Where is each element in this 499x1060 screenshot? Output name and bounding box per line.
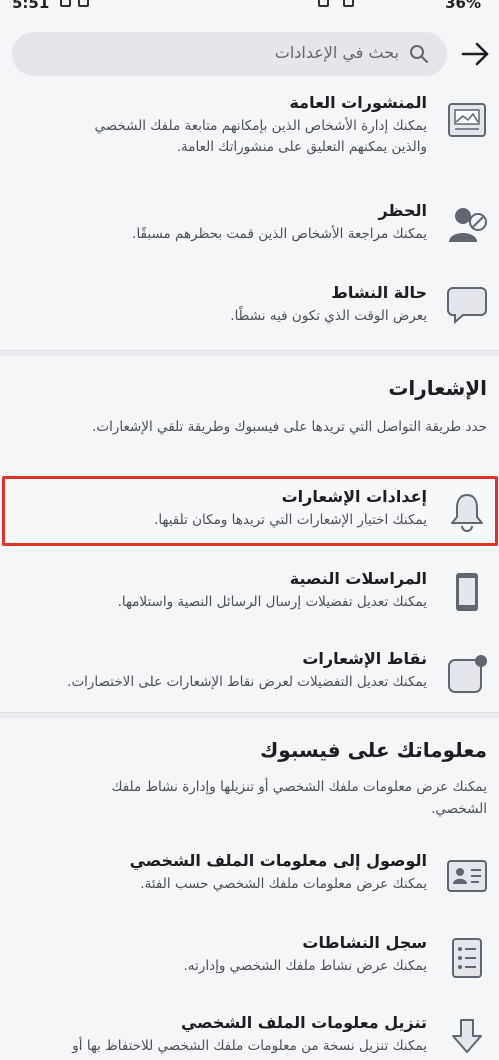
app-icon	[78, 0, 89, 7]
item-title: المراسلات النصية	[289, 569, 427, 588]
profile-card-icon	[447, 860, 487, 892]
bell-icon	[451, 494, 483, 532]
settings-item-notification-dots[interactable]: نقاط الإشعارات يمكنك تعديل التفضيلات لعر…	[0, 648, 499, 708]
settings-item-activity-status[interactable]: حالة النشاط يعرض الوقت الذي تكون فيه نشط…	[0, 282, 499, 342]
status-time: 5:51	[12, 0, 50, 12]
section-title-your-info: معلوماتك على فيسبوك	[259, 738, 487, 762]
alarm-icon	[318, 0, 329, 7]
item-desc: يمكنك تعديل تفضيلات إرسال الرسائل النصية…	[117, 594, 427, 610]
settings-item-activity-log[interactable]: سجل النشاطات يمكنك عرض نشاط ملفك الشخصي …	[0, 932, 499, 992]
item-desc: يمكنك عرض نشاط ملفك الشخصي وإدارته.	[183, 958, 427, 974]
item-title: المنشورات العامة	[289, 93, 427, 112]
item-desc: يمكنك مراجعة الأشخاص الذين قمت بحظرهم مس…	[132, 226, 427, 242]
item-title: تنزيل معلومات الملف الشخصي	[180, 1013, 427, 1032]
item-title: نقاط الإشعارات	[302, 649, 427, 668]
settings-item-text-messaging[interactable]: المراسلات النصية يمكنك تعديل تفضيلات إرس…	[0, 568, 499, 628]
item-desc: يمكنك عرض معلومات ملفك الشخصي حسب الفئة.	[140, 876, 427, 892]
search-input[interactable]: بحث في الإعدادات	[12, 32, 447, 76]
item-desc: يمكنك تعديل التفضيلات لعرض نقاط الإشعارا…	[67, 674, 427, 690]
settings-item-notification-settings[interactable]: إعدادات الإشعارات يمكنك اختيار الإشعارات…	[0, 486, 499, 542]
item-title: الحظر	[378, 201, 427, 220]
item-desc: يمكنك إدارة الأشخاص الذين بإمكانهم متابع…	[94, 118, 427, 134]
item-title: سجل النشاطات	[302, 933, 427, 952]
top-bar: بحث في الإعدادات	[0, 30, 499, 78]
activity-log-icon	[452, 938, 482, 978]
back-arrow-icon[interactable]	[459, 38, 491, 70]
section-desc-your-info-cont: الشخصي.	[431, 801, 487, 817]
item-title: حالة النشاط	[331, 283, 427, 302]
section-desc-your-info: يمكنك عرض معلومات ملفك الشخصي أو تنزيلها…	[111, 779, 487, 795]
settings-item-public-posts[interactable]: المنشورات العامة يمكنك إدارة الأشخاص الذ…	[0, 92, 499, 172]
item-title: الوصول إلى معلومات الملف الشخصي	[129, 851, 427, 870]
settings-item-download-profile-info[interactable]: تنزيل معلومات الملف الشخصي يمكنك تنزيل ن…	[0, 1012, 499, 1060]
search-placeholder: بحث في الإعدادات	[274, 43, 399, 62]
item-title: إعدادات الإشعارات	[281, 487, 427, 506]
mute-icon	[343, 0, 354, 7]
section-desc-notifications: حدد طريقة التواصل التي تريدها على فيسبوك…	[92, 419, 487, 435]
status-bar: 5:51 36%	[0, 0, 499, 16]
item-desc: يمكنك تنزيل نسخة من معلومات ملفك الشخصي …	[72, 1038, 427, 1054]
section-divider	[0, 350, 499, 356]
settings-item-access-profile-info[interactable]: الوصول إلى معلومات الملف الشخصي يمكنك عر…	[0, 850, 499, 910]
chat-bubble-icon	[447, 287, 487, 325]
settings-item-blocking[interactable]: الحظر يمكنك مراجعة الأشخاص الذين قمت بحظ…	[0, 200, 499, 260]
section-title-notifications: الإشعارات	[388, 376, 487, 400]
phone-icon	[456, 573, 478, 611]
public-posts-icon	[448, 103, 486, 137]
search-icon	[410, 45, 428, 63]
status-battery: 36%	[445, 0, 481, 12]
download-icon	[452, 1019, 482, 1053]
blocked-user-icon	[449, 208, 487, 242]
section-divider	[0, 712, 499, 718]
item-desc: يعرض الوقت الذي تكون فيه نشطًا.	[230, 308, 427, 324]
notification-dot-icon	[448, 655, 487, 693]
notification-icon	[60, 0, 71, 7]
item-desc: والذين يمكنهم التعليق على منشوراتك العام…	[176, 139, 427, 155]
item-desc: يمكنك اختيار الإشعارات التي تريدها ومكان…	[154, 512, 427, 528]
